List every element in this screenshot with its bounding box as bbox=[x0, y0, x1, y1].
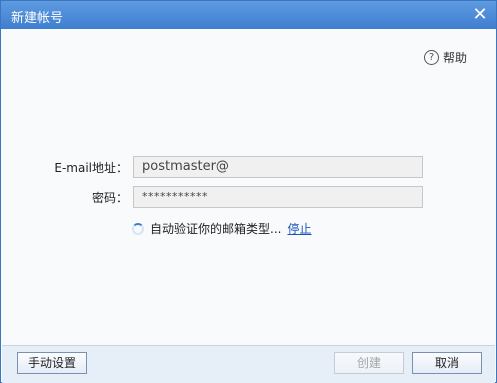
help-icon: ? bbox=[423, 50, 439, 65]
create-button[interactable]: 创建 bbox=[334, 352, 404, 374]
dialog-title: 新建帐号 bbox=[11, 11, 64, 26]
email-label: E-mail地址： bbox=[54, 161, 128, 175]
cancel-button[interactable]: 取消 bbox=[412, 352, 482, 374]
help-label: 帮助 bbox=[442, 51, 467, 65]
dialog-footer: 手动设置 创建 取消 bbox=[2, 345, 495, 383]
dialog-content: ? 帮助 E-mail地址： postmaster@ 密码： *********… bbox=[2, 29, 495, 345]
password-label: 密码： bbox=[91, 191, 128, 205]
status-text: 自动验证你的邮箱类型... bbox=[150, 222, 282, 236]
loading-spinner-icon bbox=[132, 222, 144, 235]
help-link[interactable]: ? 帮助 bbox=[423, 49, 467, 66]
manual-settings-button[interactable]: 手动设置 bbox=[17, 352, 87, 374]
close-icon[interactable]: ✕ bbox=[470, 5, 490, 25]
password-field[interactable]: *********** bbox=[133, 186, 423, 208]
stop-link[interactable]: 停止 bbox=[287, 220, 311, 237]
new-account-dialog: 新建帐号 ✕ ? 帮助 E-mail地址： postmaster@ 密码： **… bbox=[0, 0, 497, 383]
title-bar[interactable]: 新建帐号 ✕ bbox=[1, 1, 496, 29]
verification-status: 自动验证你的邮箱类型... 停止 bbox=[132, 220, 311, 237]
email-field[interactable]: postmaster@ bbox=[133, 156, 423, 178]
